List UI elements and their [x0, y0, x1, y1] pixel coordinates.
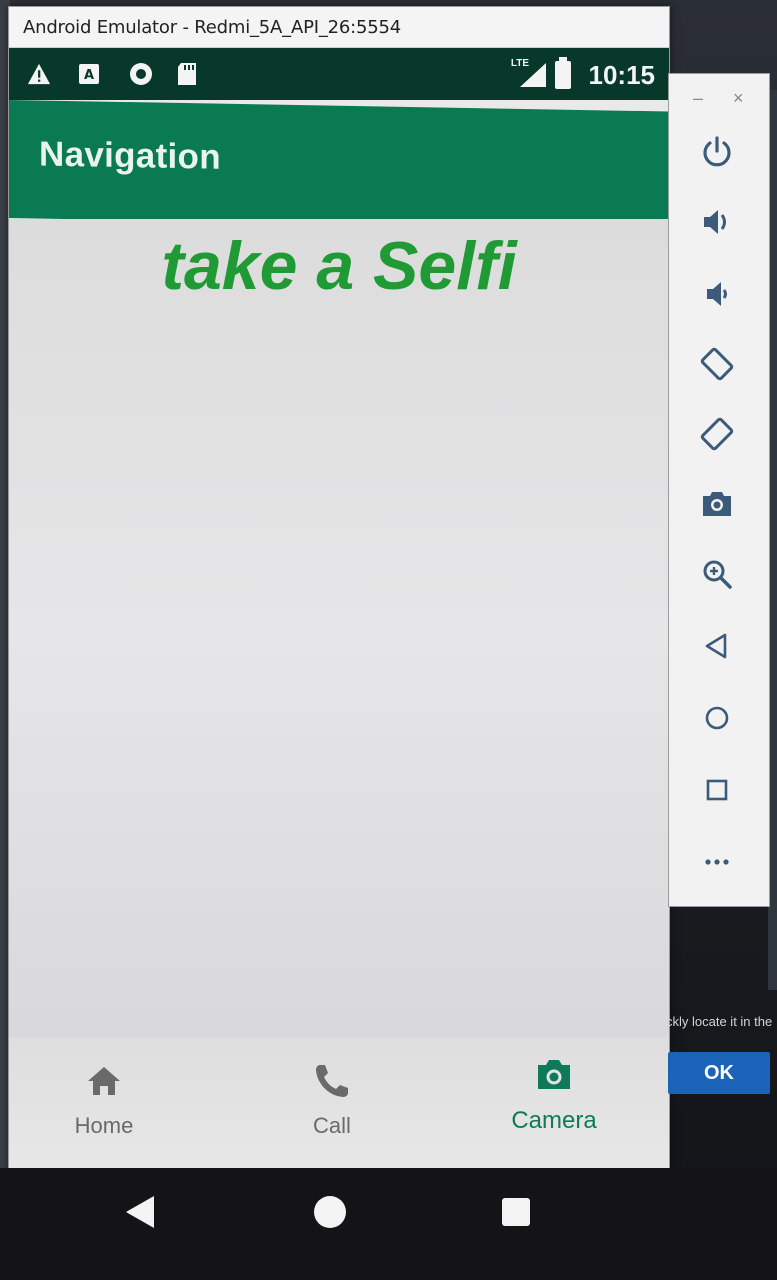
android-navigation-bar	[0, 1168, 777, 1280]
volume-down-icon	[707, 282, 727, 306]
more-button[interactable]	[695, 840, 739, 884]
nav-item-camera[interactable]: Camera	[479, 1053, 629, 1153]
bottom-navigation: Home Call Camera	[9, 1037, 669, 1169]
close-button[interactable]: ×	[733, 88, 744, 109]
battery-icon	[555, 57, 571, 89]
nav-label-home: Home	[74, 1113, 134, 1138]
android-status-bar: A LTE 10:15	[9, 48, 669, 100]
ok-button[interactable]: OK	[668, 1052, 770, 1094]
app-toolbar: Navigation	[9, 100, 669, 230]
nav-item-call[interactable]: Call	[257, 1059, 407, 1159]
emulator-side-toolbar: – ×	[668, 73, 770, 907]
nav-label-call: Call	[313, 1113, 351, 1138]
more-icon	[705, 859, 729, 865]
signal-icon	[519, 62, 547, 88]
rotate-left-button[interactable]	[695, 342, 739, 386]
back-icon	[705, 633, 727, 659]
system-back-icon[interactable]	[122, 1188, 162, 1236]
system-home-icon[interactable]	[312, 1188, 352, 1236]
phone-icon	[316, 1065, 348, 1097]
home-circle-icon	[705, 706, 729, 730]
main-content: take a Selfi	[9, 219, 669, 1049]
rotate-right-button[interactable]	[695, 412, 739, 456]
warning-icon	[27, 62, 51, 86]
volume-down-button[interactable]	[695, 272, 739, 316]
power-button[interactable]	[695, 130, 739, 174]
screenshot-button[interactable]	[695, 482, 739, 526]
svg-text:A: A	[84, 68, 94, 83]
volume-up-button[interactable]	[695, 200, 739, 244]
volume-up-icon	[704, 210, 726, 234]
record-icon	[129, 62, 153, 86]
home-icon	[88, 1067, 120, 1095]
rotate-right-icon	[700, 417, 734, 451]
minimize-button[interactable]: –	[693, 88, 703, 109]
zoom-button[interactable]	[695, 552, 739, 596]
home-button[interactable]	[695, 696, 739, 740]
system-overview-icon[interactable]	[498, 1188, 538, 1236]
back-button[interactable]	[695, 624, 739, 668]
camera-icon	[538, 1060, 570, 1089]
window-title: Android Emulator - Redmi_5A_API_26:5554	[23, 17, 402, 38]
background-dialog-text: ckly locate it in the	[666, 1014, 773, 1029]
status-time: 10:15	[588, 60, 656, 90]
zoom-icon	[703, 560, 732, 589]
overview-button[interactable]	[695, 768, 739, 812]
nav-item-home[interactable]: Home	[29, 1059, 179, 1159]
app-notification-icon: A	[77, 62, 101, 86]
power-icon	[703, 136, 731, 167]
overview-square-icon	[706, 779, 728, 801]
page-headline: take a Selfi	[161, 228, 517, 304]
emulator-titlebar[interactable]: Android Emulator - Redmi_5A_API_26:5554	[9, 7, 669, 48]
emulator-window: Android Emulator - Redmi_5A_API_26:5554 …	[8, 6, 670, 1170]
toolbar-title: Navigation	[39, 134, 221, 177]
rotate-left-icon	[700, 347, 734, 381]
screenshot-camera-icon	[703, 492, 731, 516]
nav-label-camera: Camera	[511, 1107, 597, 1134]
sd-card-icon	[175, 62, 199, 86]
